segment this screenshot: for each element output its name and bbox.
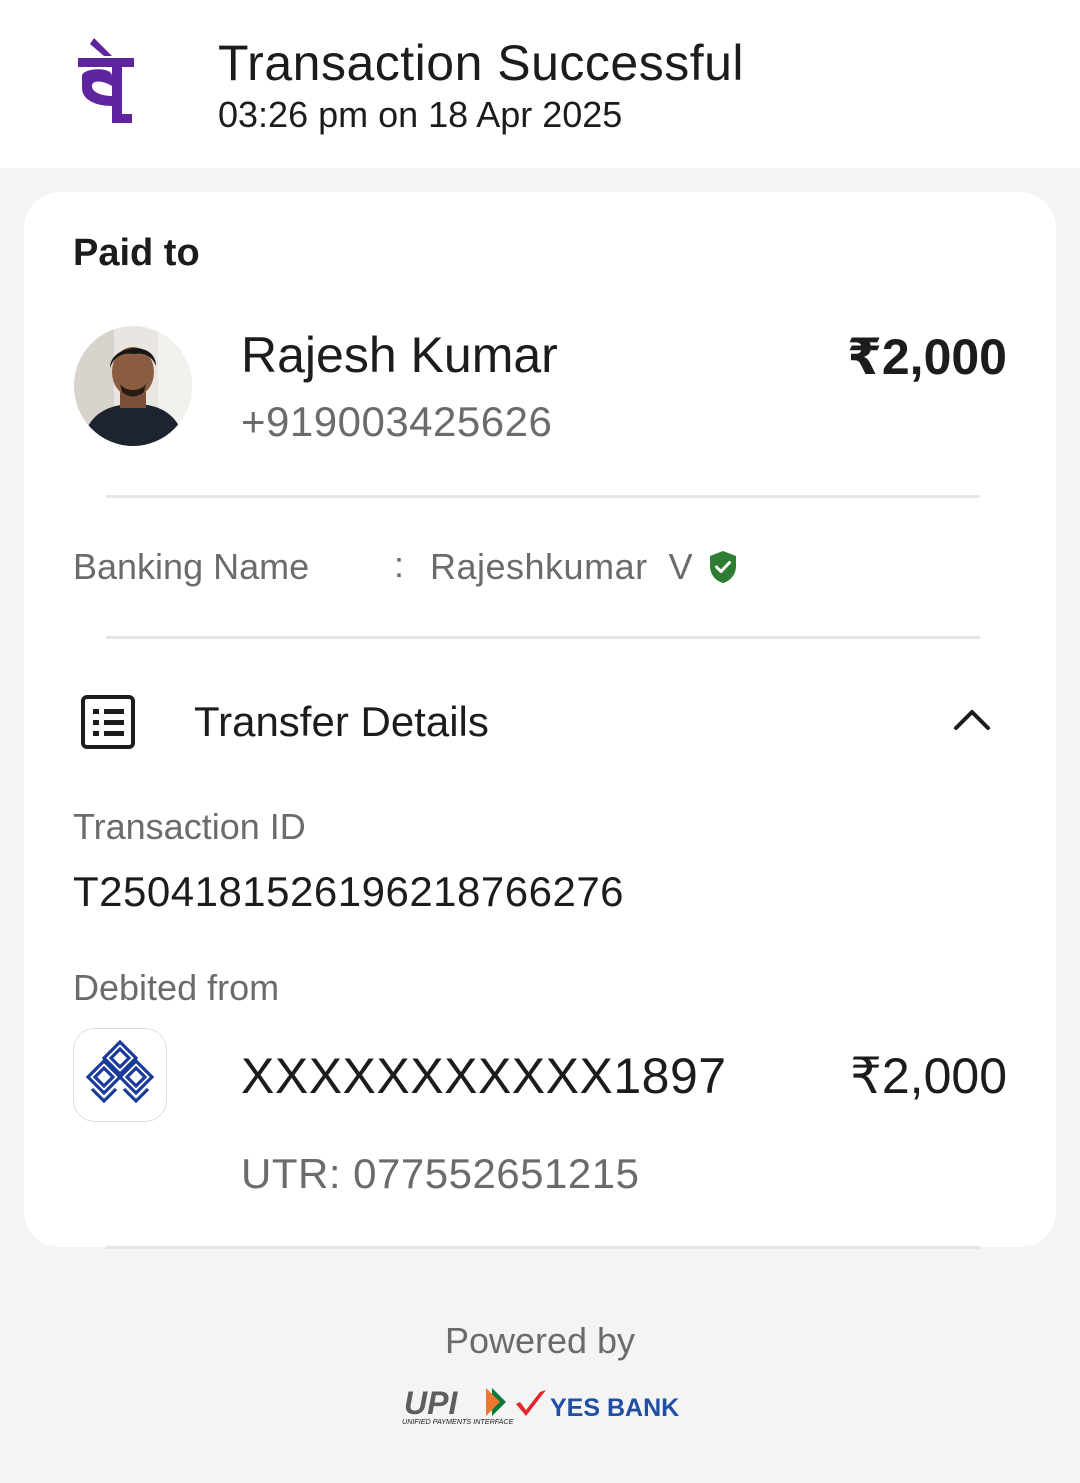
transaction-id-label: Transaction ID: [73, 806, 306, 847]
payee-name: Rajesh Kumar: [241, 327, 558, 383]
debited-from-label: Debited from: [73, 967, 280, 1008]
upi-yes-bank-logos: UPI UNIFIED PAYMENTS INTERFACE YES BANK: [402, 1385, 679, 1426]
page-title: Transaction Successful: [218, 35, 745, 91]
bank-logo-icon: [73, 1028, 167, 1122]
transfer-details-title[interactable]: Transfer Details: [194, 698, 489, 746]
transaction-timestamp: 03:26 pm on 18 Apr 2025: [218, 94, 623, 135]
divider: [106, 495, 980, 498]
yes-bank-logo: YES BANK: [550, 1394, 679, 1422]
payee-avatar[interactable]: [74, 326, 192, 446]
banking-name-value: Rajeshkumar V: [430, 546, 694, 587]
header-bar: Transaction Successful 03:26 pm on 18 Ap…: [0, 0, 1080, 168]
chevron-up-icon[interactable]: [952, 706, 992, 732]
paid-amount: ₹2,000: [847, 329, 1007, 385]
divider: [106, 636, 980, 639]
transaction-card: Paid to Rajesh Kumar +919003425626 ₹2,00…: [24, 192, 1056, 1247]
debit-amount: ₹2,000: [850, 1048, 1007, 1104]
upi-subtext: UNIFIED PAYMENTS INTERFACE: [402, 1417, 514, 1426]
powered-by-label: Powered by: [444, 1320, 636, 1361]
verified-shield-icon: [710, 551, 736, 583]
divider: [106, 1246, 980, 1249]
banking-name-label: Banking Name: [73, 546, 310, 587]
transaction-id-value[interactable]: T2504181526196218766276: [73, 868, 624, 916]
debit-account-number: XXXXXXXXXXX1897: [241, 1048, 727, 1104]
paid-to-heading: Paid to: [73, 232, 200, 274]
receipt-list-icon: [81, 695, 135, 749]
payee-phone: +919003425626: [241, 398, 553, 445]
upi-logo: UPI: [404, 1385, 458, 1421]
label-separator: :: [394, 544, 405, 585]
phonepe-logo: [78, 38, 134, 123]
utr-number[interactable]: UTR: 077552651215: [241, 1150, 639, 1198]
